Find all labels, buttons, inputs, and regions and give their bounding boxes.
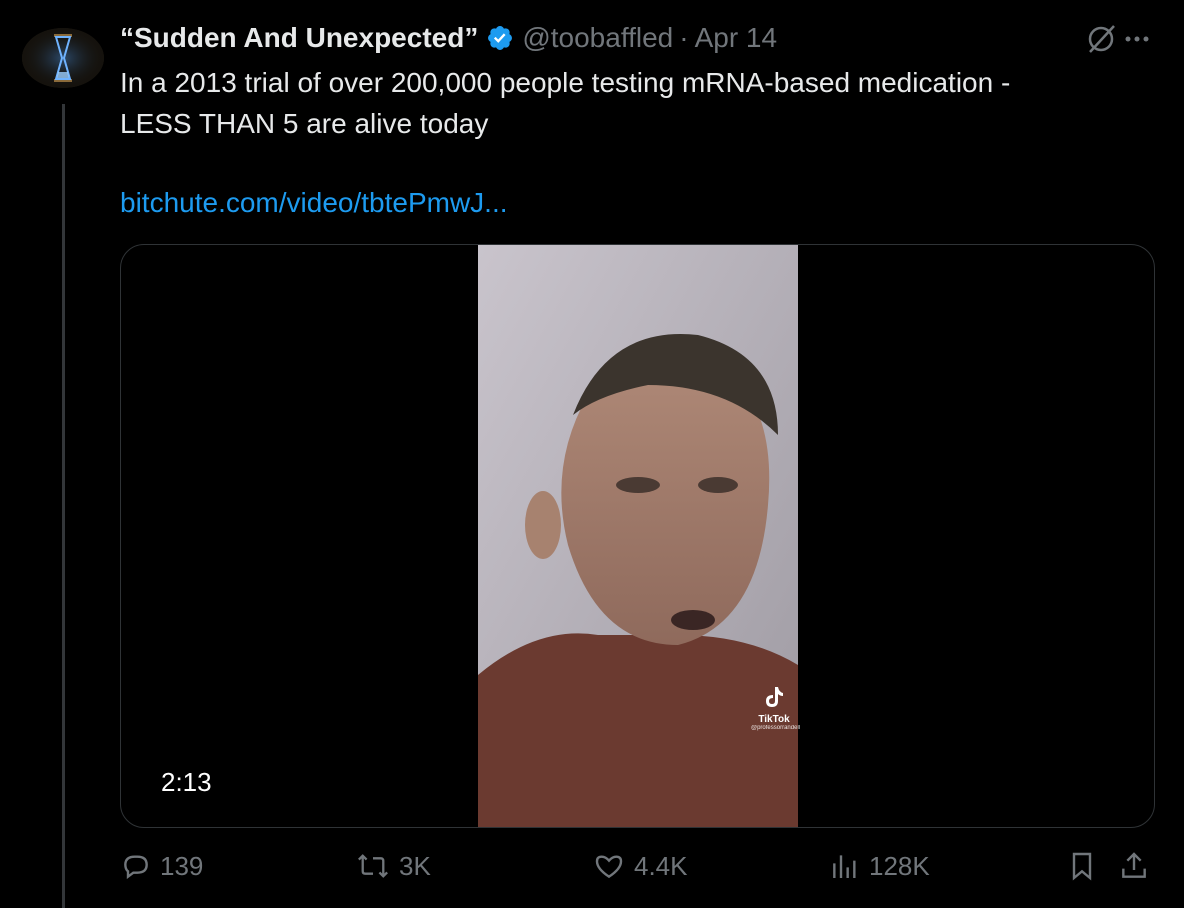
video-thumbnail[interactable] (478, 245, 798, 827)
reply-icon (124, 855, 148, 880)
share-button[interactable] (1118, 850, 1150, 882)
tiktok-username: @professorrandell (751, 725, 801, 731)
bookmark-icon (1072, 852, 1092, 881)
handle[interactable]: @toobaffled (522, 22, 673, 54)
tweet-text-line-2: LESS THAN 5 are alive today (120, 108, 489, 139)
video-player[interactable]: TikTok @professorrandell 2:13 (120, 244, 1155, 828)
views-icon (833, 855, 856, 878)
top-right-icons (1084, 22, 1152, 56)
tweet-date[interactable]: Apr 14 (695, 22, 778, 54)
video-duration: 2:13 (161, 767, 212, 797)
hourglass-avatar-image (22, 28, 104, 88)
avatar[interactable] (22, 28, 104, 88)
tweet-link[interactable]: bitchute.com/video/tbtePmwJ... (120, 182, 508, 223)
tweet-header: “Sudden And Unexpected” @toobaffled · Ap… (120, 20, 777, 56)
action-bar: 139 3K 4.4K 128K (0, 850, 1184, 900)
display-name[interactable]: “Sudden And Unexpected” (120, 22, 478, 54)
repost-count: 3K (399, 850, 431, 881)
tweet-text-line-1: In a 2013 trial of over 200,000 people t… (120, 67, 1011, 98)
views-button[interactable]: 128K (829, 850, 930, 882)
tiktok-label: TikTok (758, 714, 790, 725)
tiktok-logo-icon (766, 687, 783, 707)
heart-icon (595, 855, 623, 879)
repost-icon (358, 854, 388, 878)
thread-line (62, 104, 65, 908)
verified-badge-icon (488, 26, 513, 50)
tweet-text: In a 2013 trial of over 200,000 people t… (120, 62, 1140, 144)
like-count: 4.4K (634, 850, 688, 881)
grok-icon[interactable] (1084, 22, 1118, 56)
repost-button[interactable]: 3K (355, 850, 431, 882)
bookmark-button[interactable] (1066, 850, 1098, 882)
like-button[interactable]: 4.4K (592, 850, 688, 882)
separator: · (679, 22, 689, 53)
view-count: 128K (869, 850, 930, 881)
share-icon (1122, 852, 1146, 878)
reply-button[interactable]: 139 (120, 850, 203, 882)
tiktok-watermark: TikTok @professorrandell (751, 685, 801, 731)
more-icon[interactable] (1122, 24, 1152, 54)
reply-count: 139 (160, 850, 204, 881)
